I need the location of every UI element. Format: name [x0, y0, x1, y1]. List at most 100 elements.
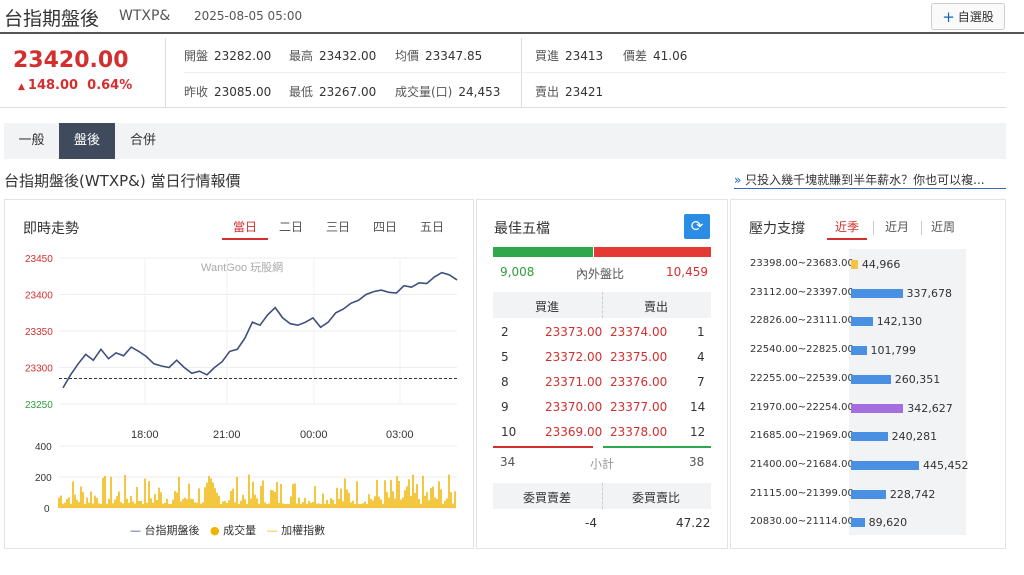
volume-bar: [851, 317, 873, 327]
range-tab-1d[interactable]: 當日: [222, 216, 268, 240]
range-tab-week[interactable]: 近周: [923, 216, 963, 240]
volume-bar: [851, 288, 903, 298]
bid-field: 買進 23413: [535, 49, 604, 63]
volume-tick-label: 200: [35, 473, 52, 484]
range-tab-month[interactable]: 近月: [877, 216, 917, 240]
price-range: 21400.00~21684.00: [750, 458, 854, 470]
watermark: WantGoo 玩股網: [201, 260, 283, 274]
price-range: 21685.00~21969.00: [750, 430, 854, 442]
divider: [521, 38, 522, 108]
volume-tick-label: 0: [44, 504, 50, 515]
trend-title: 即時走勢: [23, 221, 79, 237]
volume-value: 89,620: [868, 516, 908, 530]
high-field: 最高 23432.00: [289, 49, 377, 63]
ratio2-label: 委買賣比: [632, 491, 681, 505]
section-title: 台指期盤後(WTXP&) 當日行情報價: [4, 172, 241, 190]
instrument-name: 台指期盤後: [4, 8, 100, 30]
range-tab-4d[interactable]: 四日: [362, 216, 408, 240]
volume-bar: [851, 489, 886, 499]
divider: [873, 221, 874, 235]
outer-bar: [594, 247, 711, 257]
price-box: 23420.00 ▲ 148.00 0.64%: [4, 38, 166, 108]
add-watchlist-button[interactable]: + 自選股: [931, 3, 1005, 30]
tab-general[interactable]: 一般: [4, 123, 59, 159]
buy-volume: 10: [501, 425, 517, 439]
volume-value: 44,966: [861, 258, 901, 271]
price-change: ▲ 148.00 0.64%: [18, 78, 132, 93]
outer-volume: 10,459: [666, 265, 708, 279]
dot-legend-icon: ●: [210, 524, 220, 537]
volume-tick-label: 400: [35, 442, 52, 453]
best-five-header: 買進 賣出: [493, 292, 711, 318]
subtotal-buy: 34: [500, 455, 516, 469]
buy-volume: 2: [501, 325, 509, 339]
refresh-button[interactable]: ⟳: [684, 214, 710, 239]
divider: [602, 483, 603, 509]
quote-time: 2025-08-05 05:00: [194, 9, 303, 23]
add-watchlist-label: 自選股: [957, 10, 994, 24]
instrument-code: WTXP&: [119, 8, 171, 24]
divider: [184, 72, 1006, 73]
promo-link[interactable]: » 只投入幾千塊就賺到半年薪水？你也可以複...: [734, 171, 1006, 189]
buy-header: 買進: [535, 300, 560, 314]
buy-volume: 8: [501, 375, 509, 389]
volume-field: 成交量(口) 24,453: [395, 85, 501, 99]
plus-icon: +: [942, 7, 955, 26]
sell-volume: 14: [690, 400, 706, 414]
volume-value: 228,742: [889, 487, 936, 501]
buy-price: 23369.00: [545, 425, 603, 439]
price-range: 21115.00~21399.00: [750, 487, 854, 499]
avg-field: 均價 23347.85: [395, 49, 483, 63]
refresh-icon: ⟳: [690, 217, 704, 235]
price-range: 22540.00~22825.00: [750, 344, 854, 356]
x-tick-label: 00:00: [300, 429, 328, 441]
buy-price: 23371.00: [545, 375, 603, 389]
view-tabs: 一般 盤後 合併: [4, 123, 1006, 159]
volume-bar: [851, 460, 919, 470]
price-range: 22826.00~23111.00: [750, 315, 854, 327]
buy-price: 23370.00: [545, 400, 603, 414]
range-tab-2d[interactable]: 二日: [268, 216, 314, 240]
page-header: 台指期盤後 WTXP& 2025-08-05 05:00 + 自選股: [0, 0, 1024, 34]
sell-header: 賣出: [644, 300, 669, 314]
x-tick-label: 03:00: [386, 429, 414, 441]
volume-bar: [851, 374, 891, 384]
volume-bar: [851, 432, 888, 442]
y-tick-label: 23250: [25, 400, 53, 411]
low-field: 最低 23267.00: [289, 85, 377, 99]
legend-price: 台指期盤後: [144, 524, 200, 537]
price-range: 21970.00~22254.00: [750, 401, 854, 413]
open-field: 開盤 23282.00: [184, 49, 272, 63]
price-range: 20830.00~21114.00: [750, 516, 854, 528]
chart-legend: — 台指期盤後 ● 成交量 — 加權指數: [130, 522, 325, 538]
intraday-chart: WantGoo 玩股網 23450 23400 23350 23300 23250 18:…: [25, 254, 458, 515]
promo-text: 只投入幾千塊就賺到半年薪水？你也可以複...: [745, 173, 985, 187]
tab-combined[interactable]: 合併: [115, 123, 171, 159]
x-tick-label: 18:00: [131, 429, 159, 441]
price-range: 23398.00~23683.00: [750, 258, 854, 269]
volume-bar: [851, 518, 865, 528]
buy-underline: [493, 446, 593, 448]
x-tick-label: 21:00: [213, 429, 241, 441]
range-tab-5d[interactable]: 五日: [409, 216, 455, 240]
buy-volume: 9: [501, 400, 509, 414]
volume-value: 240,281: [891, 430, 938, 444]
sell-underline: [603, 446, 711, 448]
y-tick-label: 23350: [25, 327, 53, 338]
volume-bar: [851, 260, 858, 269]
legend-volume: 成交量: [223, 524, 257, 537]
sell-price: 23375.00: [610, 350, 668, 364]
pressure-title: 壓力支撐: [749, 221, 805, 237]
tab-after-hours[interactable]: 盤後: [59, 123, 115, 159]
range-tab-quarter[interactable]: 近季: [827, 216, 867, 240]
last-price: 23420.00: [13, 48, 129, 73]
line-legend-icon: —: [266, 524, 278, 537]
ask-field: 賣出 23421: [535, 85, 604, 99]
inner-volume: 9,008: [500, 265, 535, 279]
volume-value: 101,799: [870, 344, 917, 358]
sell-price: 23374.00: [610, 325, 668, 339]
range-tab-3d[interactable]: 三日: [315, 216, 361, 240]
change-value: 148.00: [27, 78, 79, 93]
sell-volume: 1: [697, 325, 705, 339]
subtotal-label: 小計: [590, 457, 615, 471]
